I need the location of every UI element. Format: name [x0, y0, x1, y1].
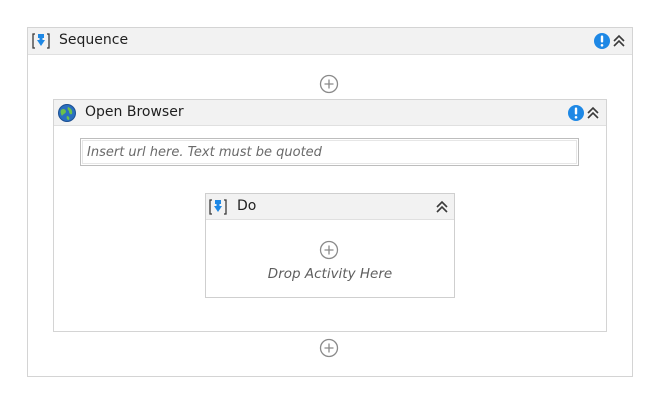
sequence-icon	[209, 199, 227, 215]
add-activity-bottom-icon[interactable]	[319, 338, 339, 358]
add-activity-do-icon[interactable]	[319, 240, 339, 260]
warning-icon[interactable]	[593, 32, 611, 50]
collapse-icon[interactable]	[611, 33, 627, 49]
sequence-title: Sequence	[59, 32, 129, 48]
url-input[interactable]	[80, 138, 579, 166]
collapse-icon[interactable]	[434, 199, 450, 215]
globe-icon	[58, 104, 76, 122]
add-activity-top-icon[interactable]	[319, 74, 339, 94]
sequence-icon	[32, 33, 50, 49]
drop-activity-hint: Drop Activity Here	[267, 266, 393, 282]
open-browser-title: Open Browser	[85, 104, 184, 120]
collapse-icon[interactable]	[585, 105, 601, 121]
sequence-header[interactable]: Sequence	[28, 28, 632, 55]
open-browser-header[interactable]: Open Browser	[54, 100, 606, 126]
do-title: Do	[237, 198, 257, 214]
warning-icon[interactable]	[567, 104, 585, 122]
do-header[interactable]: Do	[206, 194, 454, 220]
